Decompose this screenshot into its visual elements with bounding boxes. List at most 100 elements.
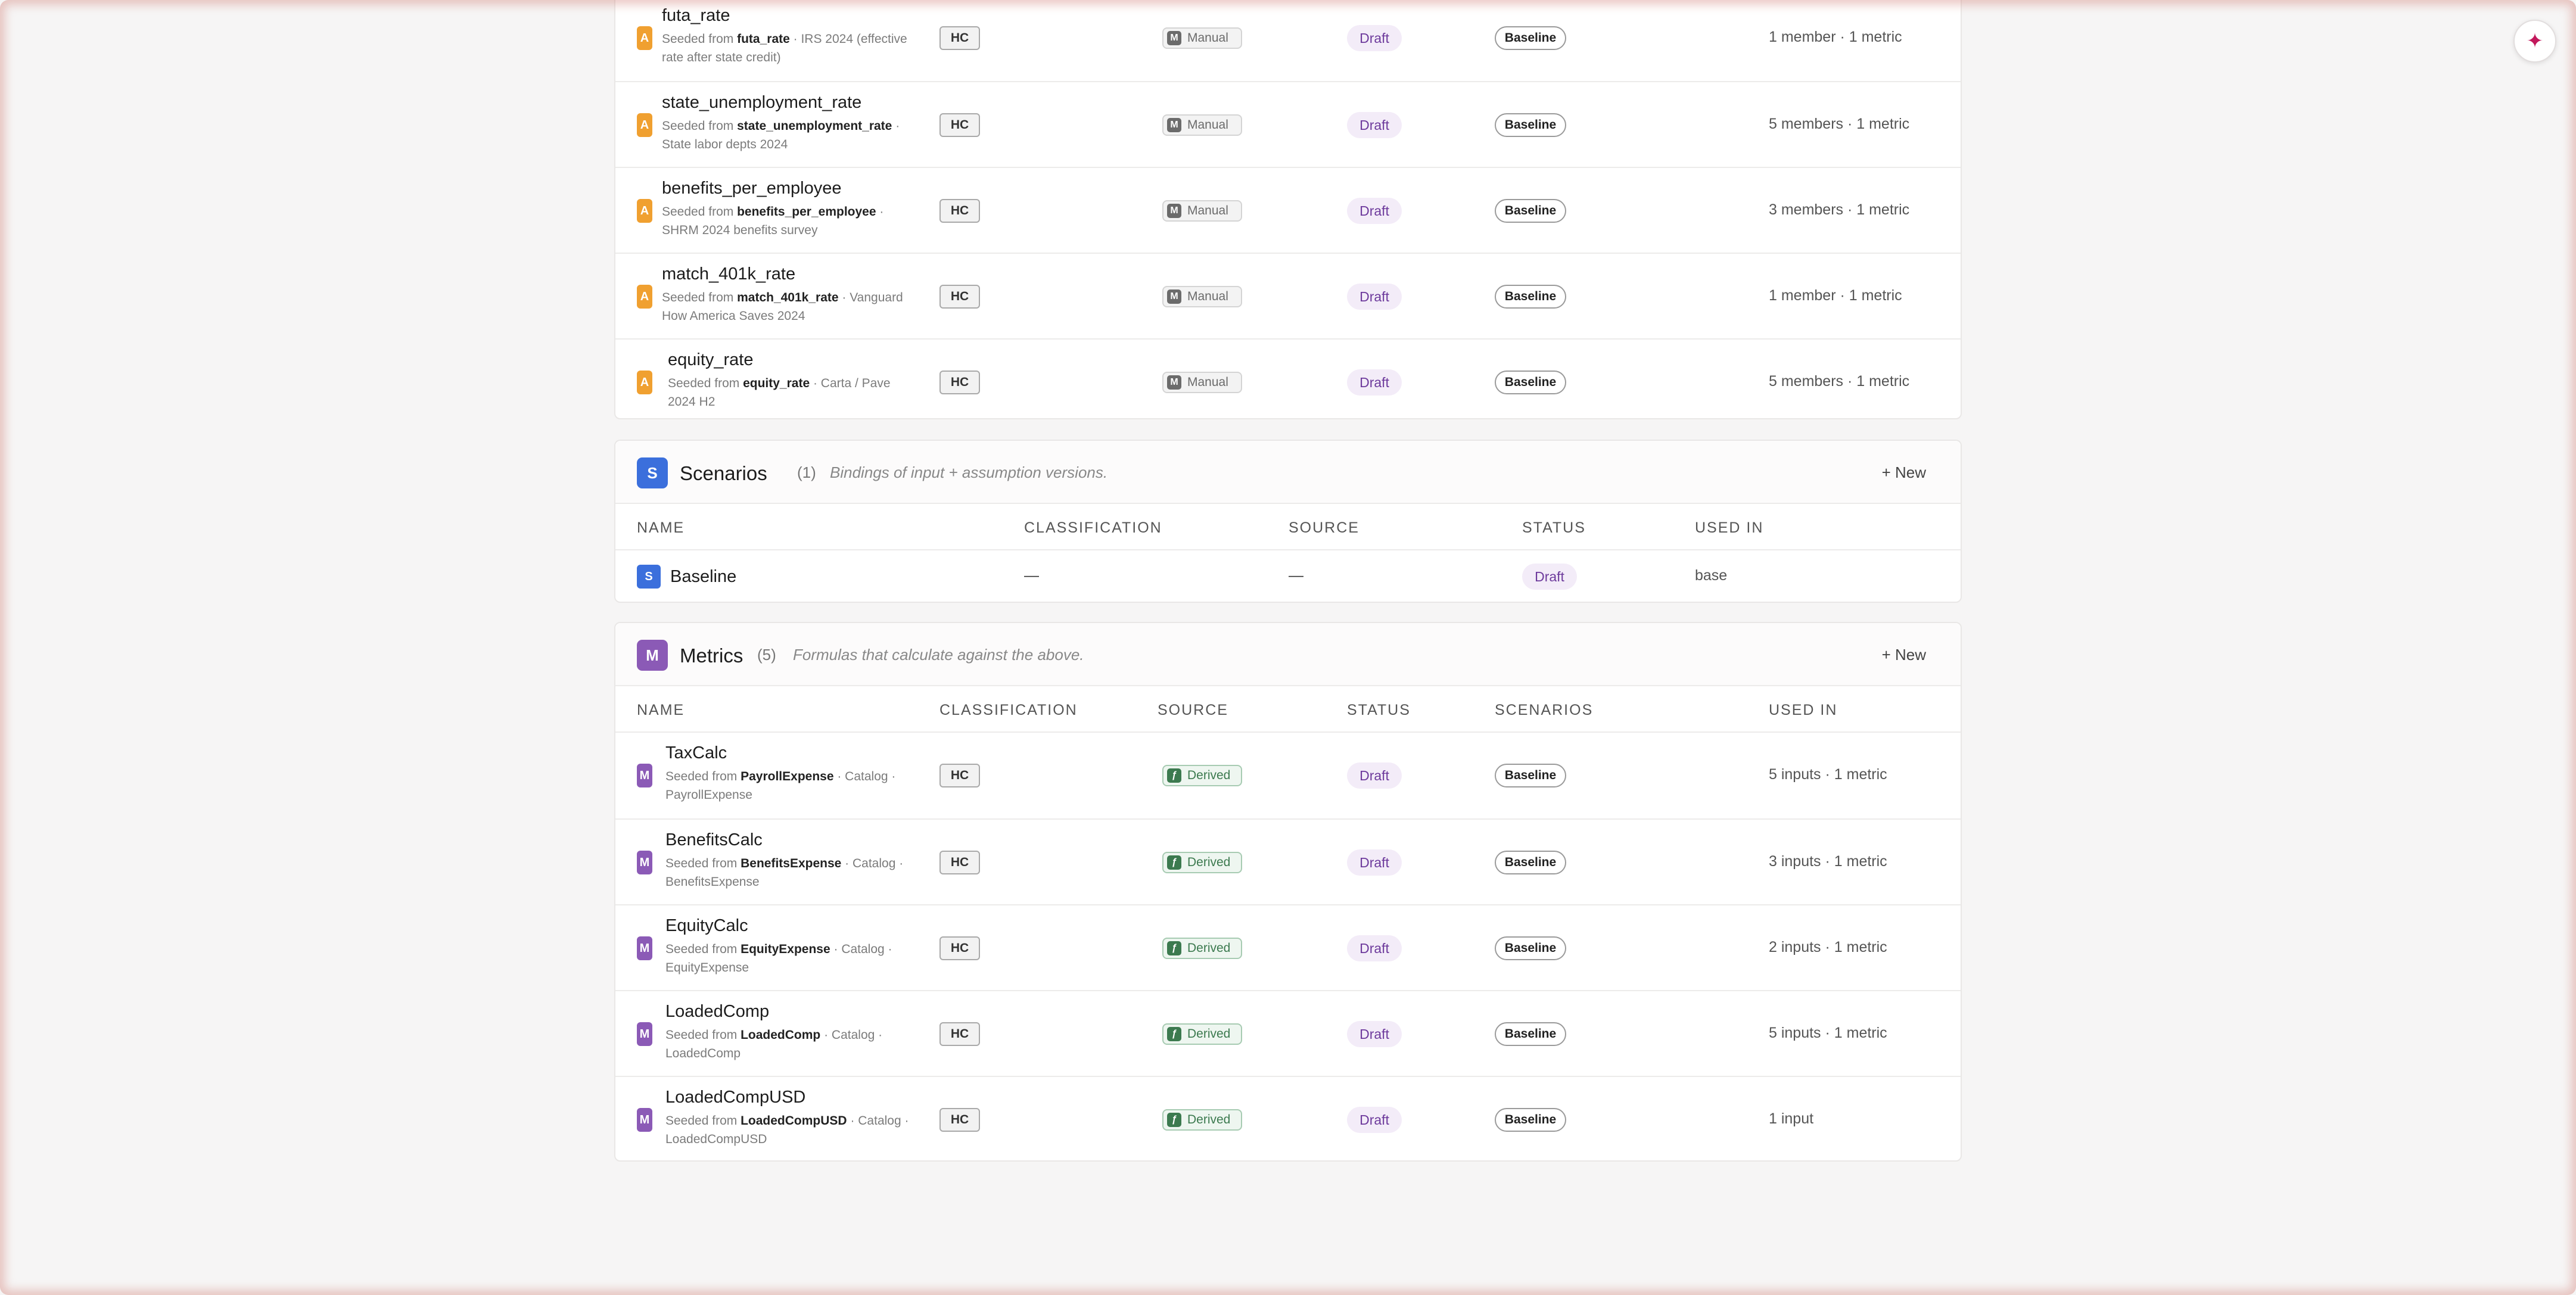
- source-pill: M Manual: [1162, 372, 1242, 393]
- classification-badge: HC: [939, 936, 980, 960]
- table-row[interactable]: A match_401k_rate Seeded from match_401k…: [615, 253, 1961, 338]
- manual-icon: M: [1167, 204, 1181, 218]
- source-pill: M Manual: [1162, 286, 1242, 307]
- row-seeded-description: Seeded from LoadedComp · Catalog · Loade…: [665, 1026, 934, 1063]
- seeded-prefix: Seeded from: [665, 942, 738, 956]
- row-name[interactable]: benefits_per_employee: [662, 179, 841, 198]
- used-in-text: 5 members · 1 metric: [1769, 116, 1910, 132]
- scenario-badge[interactable]: Baseline: [1495, 1108, 1566, 1132]
- table-row[interactable]: M LoadedComp Seeded from LoadedComp · Ca…: [615, 990, 1961, 1076]
- seeded-line2: 2024 H2: [668, 395, 715, 409]
- row-name[interactable]: BenefitsCalc: [665, 830, 763, 850]
- source-pill: M Manual: [1162, 200, 1242, 222]
- row-seeded-description: Seeded from equity_rate · Carta / Pave 2…: [668, 374, 936, 411]
- row-name[interactable]: LoadedComp: [665, 1002, 769, 1022]
- col-status[interactable]: STATUS: [1522, 519, 1586, 537]
- row-name[interactable]: LoadedCompUSD: [665, 1088, 805, 1107]
- seeded-line1: · Carta / Pave: [813, 376, 891, 390]
- scenario-badge[interactable]: Baseline: [1495, 936, 1566, 960]
- metrics-new-button[interactable]: + New: [1882, 646, 1926, 664]
- col-source[interactable]: SOURCE: [1158, 702, 1228, 719]
- row-name[interactable]: state_unemployment_rate: [662, 93, 861, 113]
- col-scenarios[interactable]: SCENARIOS: [1495, 702, 1593, 719]
- seeded-prefix: Seeded from: [665, 770, 738, 783]
- col-name[interactable]: NAME: [637, 519, 685, 537]
- col-classification[interactable]: CLASSIFICATION: [939, 702, 1078, 719]
- col-status[interactable]: STATUS: [1347, 702, 1411, 719]
- scenario-name[interactable]: Baseline: [670, 567, 736, 587]
- col-used-in[interactable]: USED IN: [1769, 702, 1837, 719]
- table-row[interactable]: S Baseline — — Draft base: [615, 550, 1961, 603]
- scenario-badge[interactable]: Baseline: [1495, 26, 1566, 50]
- scenario-badge[interactable]: Baseline: [1495, 851, 1566, 874]
- seeded-prefix: Seeded from: [668, 376, 740, 390]
- scenarios-panel: S Scenarios (1) Bindings of input + assu…: [614, 440, 1962, 603]
- metric-icon: M: [637, 1108, 652, 1132]
- scenario-badge[interactable]: Baseline: [1495, 285, 1566, 309]
- metrics-description: Formulas that calculate against the abov…: [793, 646, 1084, 664]
- scenario-badge[interactable]: Baseline: [1495, 764, 1566, 787]
- scenarios-count: (1): [797, 463, 816, 481]
- metrics-section-icon: M: [637, 640, 668, 671]
- assumption-icon: A: [637, 199, 652, 223]
- seeded-line1: ·: [895, 119, 900, 133]
- source-pill: ƒ Derived: [1162, 938, 1242, 959]
- row-name[interactable]: TaxCalc: [665, 743, 727, 763]
- row-name[interactable]: equity_rate: [668, 350, 754, 370]
- used-in-text: 1 member · 1 metric: [1769, 29, 1902, 45]
- manual-icon: M: [1167, 375, 1181, 390]
- seeded-line2: rate after state credit): [662, 51, 781, 64]
- col-source[interactable]: SOURCE: [1289, 519, 1359, 537]
- sparkle-icon[interactable]: ✦: [2513, 20, 2556, 63]
- source-label: Derived: [1187, 855, 1231, 869]
- classification-badge: HC: [939, 371, 980, 394]
- table-row[interactable]: A benefits_per_employee Seeded from bene…: [615, 167, 1961, 253]
- scenarios-new-button[interactable]: + New: [1882, 463, 1926, 482]
- table-row[interactable]: A state_unemployment_rate Seeded from st…: [615, 81, 1961, 167]
- col-classification[interactable]: CLASSIFICATION: [1024, 519, 1162, 537]
- manual-icon: M: [1167, 289, 1181, 304]
- table-row[interactable]: M BenefitsCalc Seeded from BenefitsExpen…: [615, 818, 1961, 904]
- row-name[interactable]: match_401k_rate: [662, 264, 795, 284]
- seeded-prefix: Seeded from: [662, 205, 734, 219]
- used-in-text: 2 inputs · 1 metric: [1769, 939, 1887, 955]
- seeded-line2: BenefitsExpense: [665, 875, 760, 889]
- source-pill: M Manual: [1162, 114, 1242, 136]
- assumptions-panel: A futa_rate Seeded from futa_rate · IRS …: [614, 0, 1962, 419]
- scenario-badge[interactable]: Baseline: [1495, 371, 1566, 394]
- row-seeded-description: Seeded from BenefitsExpense · Catalog · …: [665, 854, 934, 891]
- table-row[interactable]: A equity_rate Seeded from equity_rate · …: [615, 338, 1961, 424]
- col-used-in[interactable]: USED IN: [1695, 519, 1763, 537]
- used-in-text: 1 member · 1 metric: [1769, 287, 1902, 304]
- scenario-badge[interactable]: Baseline: [1495, 113, 1566, 137]
- seeded-key: futa_rate: [737, 32, 790, 46]
- table-row[interactable]: A futa_rate Seeded from futa_rate · IRS …: [615, 0, 1961, 81]
- seeded-key: EquityExpense: [741, 942, 830, 956]
- seeded-line1: · Catalog ·: [824, 1028, 883, 1042]
- row-name[interactable]: futa_rate: [662, 6, 730, 26]
- status-badge: Draft: [1522, 564, 1577, 590]
- status-badge: Draft: [1347, 112, 1402, 138]
- seeded-prefix: Seeded from: [665, 1114, 738, 1128]
- scenario-badge[interactable]: Baseline: [1495, 199, 1566, 223]
- assumption-icon: A: [637, 371, 652, 394]
- assumption-icon: A: [637, 26, 652, 50]
- table-row[interactable]: M TaxCalc Seeded from PayrollExpense · C…: [615, 733, 1961, 818]
- table-row[interactable]: M EquityCalc Seeded from EquityExpense ·…: [615, 904, 1961, 990]
- row-seeded-description: Seeded from PayrollExpense · Catalog · P…: [665, 767, 934, 804]
- table-row[interactable]: M LoadedCompUSD Seeded from LoadedCompUS…: [615, 1076, 1961, 1162]
- metrics-count: (5): [757, 646, 776, 664]
- source-label: Manual: [1187, 375, 1228, 389]
- seeded-key: BenefitsExpense: [741, 857, 842, 870]
- status-badge: Draft: [1347, 849, 1402, 876]
- seeded-key: PayrollExpense: [741, 770, 834, 783]
- formula-icon: ƒ: [1167, 1113, 1181, 1127]
- col-name[interactable]: NAME: [637, 702, 685, 719]
- formula-icon: ƒ: [1167, 855, 1181, 870]
- source-label: Manual: [1187, 204, 1228, 217]
- scenario-badge[interactable]: Baseline: [1495, 1022, 1566, 1046]
- row-name[interactable]: EquityCalc: [665, 916, 748, 936]
- seeded-line2: SHRM 2024 benefits survey: [662, 223, 818, 237]
- seeded-line2: LoadedCompUSD: [665, 1132, 767, 1146]
- source-label: Manual: [1187, 118, 1228, 132]
